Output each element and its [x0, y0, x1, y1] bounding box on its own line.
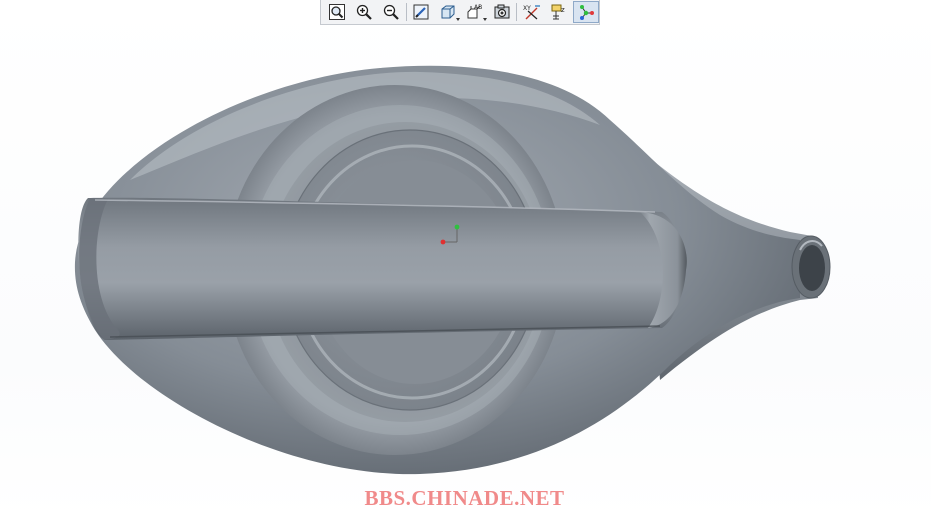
watermark-text: BBS.CHINADE.NET: [364, 486, 565, 510]
axis-y-marker: [454, 224, 460, 230]
model-viewport[interactable]: AB XY z BBS.CHINADE.NET: [0, 0, 931, 519]
axis-x-marker: [440, 239, 446, 245]
teapot-handle: [78, 197, 684, 340]
teapot-model[interactable]: [0, 0, 931, 519]
watermark: BBS.CHINADE.NET: [0, 486, 931, 511]
